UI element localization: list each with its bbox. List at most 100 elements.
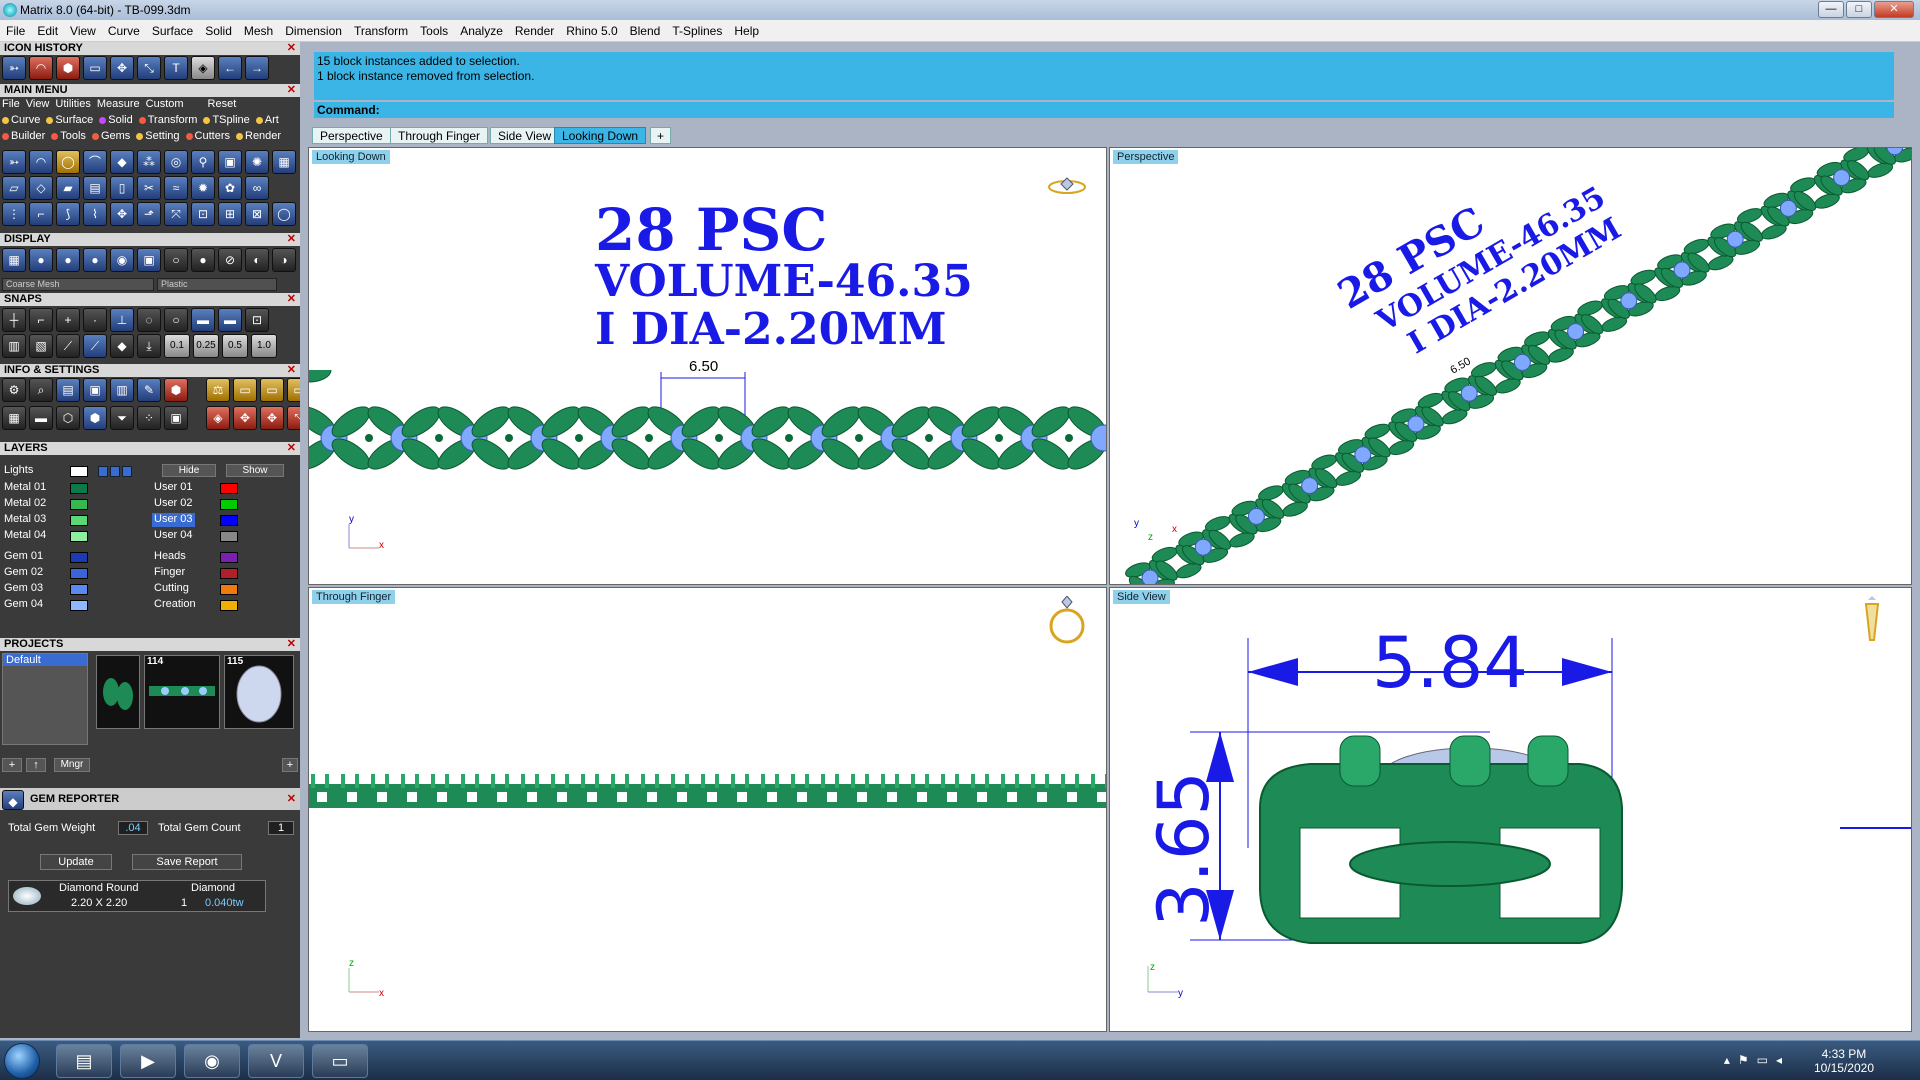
layer-metal-02[interactable]: Metal 02: [4, 497, 46, 511]
tool-chain-icon[interactable]: ∞: [245, 176, 269, 200]
analyze-c-icon[interactable]: ✥: [260, 406, 284, 430]
info-c-icon[interactable]: ▭: [287, 378, 300, 402]
close-icon[interactable]: ✕: [287, 788, 296, 810]
lights-toggle-3[interactable]: [122, 466, 132, 477]
menu-tsplines[interactable]: T-Splines: [666, 20, 728, 38]
clock[interactable]: 4:33 PM 10/15/2020: [1814, 1047, 1874, 1075]
box-icon[interactable]: ⬢: [164, 378, 188, 402]
viewport-perspective[interactable]: Perspective 28 PSC VOLUME-46.35 I DIA-2.…: [1109, 147, 1912, 585]
scale-icon[interactable]: ⤡: [137, 56, 161, 80]
tab-through-finger[interactable]: Through Finger: [390, 127, 489, 144]
menu-dimension[interactable]: Dimension: [279, 20, 348, 38]
menu-transform[interactable]: Transform: [348, 20, 414, 38]
tool-ring-icon[interactable]: ◯: [56, 150, 80, 174]
image-icon[interactable]: ▣: [164, 406, 188, 430]
render-icon[interactable]: ◉: [110, 248, 134, 272]
material-4-icon[interactable]: ◐: [245, 248, 269, 272]
menu-render[interactable]: Render: [509, 20, 560, 38]
menu-edit[interactable]: Edit: [31, 20, 64, 38]
mm-file[interactable]: File: [2, 98, 20, 110]
sub-surface[interactable]: Surface: [46, 114, 93, 126]
tool-h-icon[interactable]: ⊡: [191, 202, 215, 226]
menu-tools[interactable]: Tools: [414, 20, 454, 38]
tool-pave-icon[interactable]: ⁂: [137, 150, 161, 174]
close-icon[interactable]: ✕: [287, 293, 296, 306]
tool-move2-icon[interactable]: ✥: [110, 202, 134, 226]
viewport-side-view[interactable]: Side View 5.84 3.65 z y: [1109, 587, 1912, 1032]
tool-gear-icon[interactable]: ✺: [245, 150, 269, 174]
minimize-button[interactable]: —: [1818, 1, 1844, 18]
snap-point-icon[interactable]: ⊡: [245, 308, 269, 332]
update-button[interactable]: Update: [40, 854, 112, 870]
snap-1-0[interactable]: 1.0: [251, 334, 277, 358]
layer-finger[interactable]: Finger: [154, 566, 185, 580]
snap-cen-icon[interactable]: ·: [83, 308, 107, 332]
tool-doc-icon[interactable]: ▯: [110, 176, 134, 200]
project-thumb-1[interactable]: [96, 655, 140, 729]
tab-looking-down[interactable]: Looking Down: [554, 127, 647, 144]
grid4-icon[interactable]: ▦: [2, 406, 26, 430]
zoom-icon[interactable]: ⌕: [29, 378, 53, 402]
swatch-finger[interactable]: [220, 568, 238, 579]
shaded-a-icon[interactable]: ●: [29, 248, 53, 272]
mm-utilities[interactable]: Utilities: [55, 98, 90, 110]
object-icon[interactable]: ▣: [83, 378, 107, 402]
layer-gem-01[interactable]: Gem 01: [4, 550, 43, 564]
sub-builder[interactable]: Builder: [2, 130, 45, 142]
sub-gems[interactable]: Gems: [91, 130, 130, 142]
swatch-heads[interactable]: [220, 552, 238, 563]
add-tab-button[interactable]: +: [650, 127, 672, 144]
layer-gem-02[interactable]: Gem 02: [4, 566, 43, 580]
swatch-metal-01[interactable]: [70, 483, 88, 494]
tool-i-icon[interactable]: ⊞: [218, 202, 242, 226]
layers-icon[interactable]: ▤: [56, 378, 80, 402]
swatch-user-04[interactable]: [220, 531, 238, 542]
mm-custom[interactable]: Custom: [146, 98, 184, 110]
swatch-creation[interactable]: [220, 600, 238, 611]
cube3-icon[interactable]: ⬢: [83, 406, 107, 430]
swatch-gem-01[interactable]: [70, 552, 88, 563]
close-icon[interactable]: ✕: [287, 442, 296, 455]
info-a-icon[interactable]: ▭: [233, 378, 257, 402]
wireframe-icon[interactable]: ▦: [2, 248, 26, 272]
swatch-user-02[interactable]: [220, 499, 238, 510]
layer-gem-04[interactable]: Gem 04: [4, 598, 43, 612]
lights-swatch[interactable]: [70, 466, 88, 477]
layer-cutting[interactable]: Cutting: [154, 582, 189, 596]
sub-cutters[interactable]: Cutters: [185, 130, 230, 142]
layer-user-04[interactable]: User 04: [154, 529, 193, 543]
menu-analyze[interactable]: Analyze: [454, 20, 509, 38]
menu-surface[interactable]: Surface: [146, 20, 199, 38]
sub-transform[interactable]: Transform: [138, 114, 197, 126]
mesh-select[interactable]: Coarse Mesh: [2, 278, 154, 291]
menu-mesh[interactable]: Mesh: [238, 20, 279, 38]
viewport-through-finger[interactable]: Through Finger z x: [308, 587, 1107, 1032]
tool-sun-icon[interactable]: ✹: [191, 176, 215, 200]
gem-icon[interactable]: ◈: [191, 56, 215, 80]
snap-0-5[interactable]: 0.5: [222, 334, 248, 358]
sub-setting[interactable]: Setting: [136, 130, 180, 142]
layer-user-02[interactable]: User 02: [154, 497, 193, 511]
snap-d-icon[interactable]: ⟋: [83, 334, 107, 358]
props-icon[interactable]: ▥: [110, 378, 134, 402]
snap-int-icon[interactable]: ⊥: [110, 308, 134, 332]
lights-toggle[interactable]: [98, 466, 108, 477]
layout2-icon[interactable]: ▣: [137, 248, 161, 272]
layer-creation[interactable]: Creation: [154, 598, 196, 612]
tool-f-icon[interactable]: ⬏: [137, 202, 161, 226]
analyze-b-icon[interactable]: ✥: [233, 406, 257, 430]
menu-rhino[interactable]: Rhino 5.0: [560, 20, 623, 38]
analyze-a-icon[interactable]: ◈: [206, 406, 230, 430]
layer-user-03[interactable]: User 03: [152, 513, 195, 527]
snap-c-icon[interactable]: ⟋: [56, 334, 80, 358]
explorer-icon[interactable]: ▤: [56, 1044, 112, 1078]
tool-c-icon[interactable]: ⌐: [29, 202, 53, 226]
shaded-c-icon[interactable]: ●: [83, 248, 107, 272]
tool-wave-icon[interactable]: ≈: [164, 176, 188, 200]
mm-view[interactable]: View: [26, 98, 50, 110]
close-icon[interactable]: ✕: [287, 42, 296, 55]
snap-end-icon[interactable]: ⌐: [29, 308, 53, 332]
tool-g-icon[interactable]: ⤧: [164, 202, 188, 226]
swatch-user-01[interactable]: [220, 483, 238, 494]
arrow-right-icon[interactable]: →: [245, 56, 269, 80]
